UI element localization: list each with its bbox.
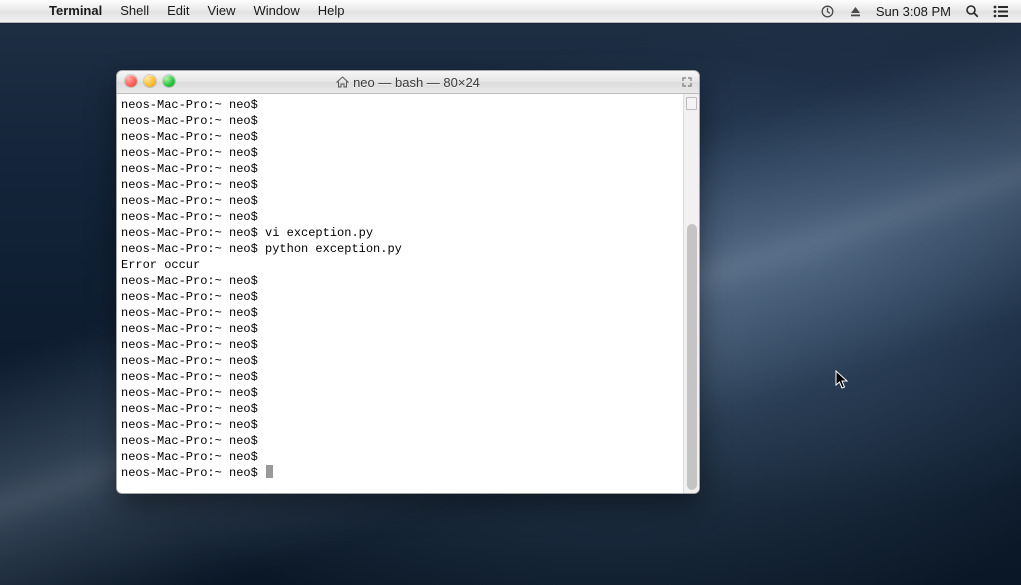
notification-center-menu-extra[interactable]	[986, 0, 1015, 22]
window-close-button[interactable]	[125, 75, 137, 87]
window-title: neo — bash — 80×24	[336, 75, 480, 90]
menu-view[interactable]: View	[199, 0, 245, 22]
terminal-cursor	[266, 465, 273, 478]
menu-bar: Terminal Shell Edit View Window Help Sun…	[0, 0, 1021, 23]
terminal-line: neos-Mac-Pro:~ neo$	[121, 401, 679, 417]
scrollbar-top-indicator	[686, 97, 697, 110]
terminal-line: neos-Mac-Pro:~ neo$	[121, 97, 679, 113]
terminal-line: neos-Mac-Pro:~ neo$	[121, 353, 679, 369]
clock-menu-extra[interactable]: Sun 3:08 PM	[869, 0, 958, 22]
terminal-window[interactable]: neo — bash — 80×24 neos-Mac-Pro:~ neo$ n…	[116, 70, 700, 494]
spotlight-menu-extra[interactable]	[958, 0, 986, 22]
apple-menu[interactable]	[0, 0, 40, 22]
menu-shell[interactable]: Shell	[111, 0, 158, 22]
scrollbar[interactable]	[683, 94, 699, 494]
terminal-line: neos-Mac-Pro:~ neo$	[121, 193, 679, 209]
time-machine-menu-extra[interactable]	[813, 0, 842, 22]
terminal-line: neos-Mac-Pro:~ neo$	[121, 305, 679, 321]
eject-menu-extra[interactable]	[842, 0, 869, 22]
window-minimize-button[interactable]	[144, 75, 156, 87]
terminal-line: neos-Mac-Pro:~ neo$	[121, 385, 679, 401]
terminal-line: neos-Mac-Pro:~ neo$	[121, 337, 679, 353]
terminal-line: neos-Mac-Pro:~ neo$ vi exception.py	[121, 225, 679, 241]
clock-arrow-icon	[820, 4, 835, 19]
terminal-line: neos-Mac-Pro:~ neo$	[121, 161, 679, 177]
terminal-line: neos-Mac-Pro:~ neo$	[121, 417, 679, 433]
desktop: Terminal Shell Edit View Window Help Sun…	[0, 0, 1021, 585]
app-menu-terminal[interactable]: Terminal	[40, 0, 111, 22]
terminal-line: neos-Mac-Pro:~ neo$	[121, 369, 679, 385]
terminal-line: neos-Mac-Pro:~ neo$	[121, 209, 679, 225]
terminal-line: neos-Mac-Pro:~ neo$	[121, 433, 679, 449]
terminal-line: neos-Mac-Pro:~ neo$	[121, 177, 679, 193]
menu-edit[interactable]: Edit	[158, 0, 198, 22]
terminal-line: Error occur	[121, 257, 679, 273]
terminal-line: neos-Mac-Pro:~ neo$	[121, 449, 679, 465]
terminal-line: neos-Mac-Pro:~ neo$ python exception.py	[121, 241, 679, 257]
terminal-line: neos-Mac-Pro:~ neo$	[121, 145, 679, 161]
window-fullscreen-button[interactable]	[680, 75, 694, 89]
terminal-line: neos-Mac-Pro:~ neo$	[121, 321, 679, 337]
home-icon	[336, 76, 349, 88]
terminal-line: neos-Mac-Pro:~ neo$	[121, 129, 679, 145]
terminal-line: neos-Mac-Pro:~ neo$	[121, 273, 679, 289]
window-title-text: neo — bash — 80×24	[353, 75, 480, 90]
scrollbar-thumb[interactable]	[687, 224, 697, 490]
mouse-cursor-icon	[835, 370, 849, 393]
eject-icon	[849, 5, 862, 18]
search-icon	[965, 4, 979, 18]
terminal-body: neos-Mac-Pro:~ neo$ neos-Mac-Pro:~ neo$ …	[117, 94, 699, 494]
window-titlebar[interactable]: neo — bash — 80×24	[117, 71, 699, 94]
menu-help[interactable]: Help	[309, 0, 354, 22]
window-zoom-button[interactable]	[163, 75, 175, 87]
terminal-output[interactable]: neos-Mac-Pro:~ neo$ neos-Mac-Pro:~ neo$ …	[117, 94, 683, 494]
terminal-line: neos-Mac-Pro:~ neo$	[121, 289, 679, 305]
list-icon	[993, 5, 1008, 18]
menu-window[interactable]: Window	[245, 0, 309, 22]
terminal-line: neos-Mac-Pro:~ neo$	[121, 465, 679, 481]
terminal-line: neos-Mac-Pro:~ neo$	[121, 113, 679, 129]
